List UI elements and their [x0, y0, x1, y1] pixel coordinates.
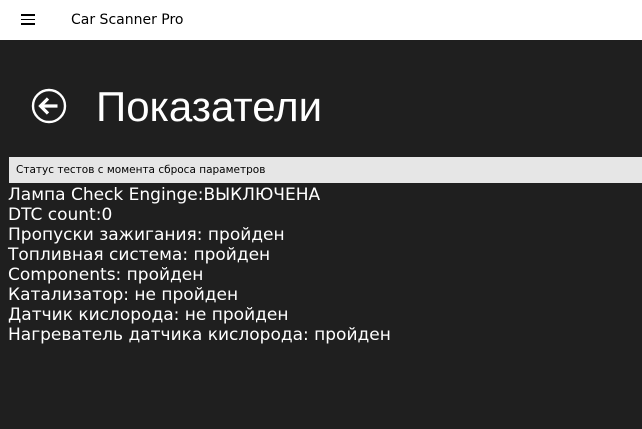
- section-header: Статус тестов с момента сброса параметро…: [9, 157, 642, 183]
- app-title: Car Scanner Pro: [71, 12, 184, 28]
- status-item-catalyst: Катализатор: не пройден: [8, 285, 239, 305]
- back-arrow-icon[interactable]: [31, 88, 67, 124]
- title-bar: Car Scanner Pro: [0, 0, 642, 40]
- status-list: Лампа Check Enginge:ВЫКЛЮЧЕНА DTC count:…: [8, 185, 638, 345]
- status-item-dtc-count: DTC count:0: [8, 205, 113, 225]
- status-item-misfire: Пропуски зажигания: пройден: [8, 225, 285, 245]
- status-item-fuel-system: Топливная система: пройден: [8, 245, 271, 265]
- status-item-oxygen-sensor-heater: Нагреватель датчика кислорода: пройден: [8, 325, 391, 345]
- page-title: Показатели: [96, 83, 323, 130]
- status-item-components: Components: пройден: [8, 265, 204, 285]
- status-item-check-engine: Лампа Check Enginge:ВЫКЛЮЧЕНА: [8, 185, 321, 205]
- hamburger-menu-icon[interactable]: [19, 11, 37, 27]
- status-item-oxygen-sensor: Датчик кислорода: не пройден: [8, 305, 289, 325]
